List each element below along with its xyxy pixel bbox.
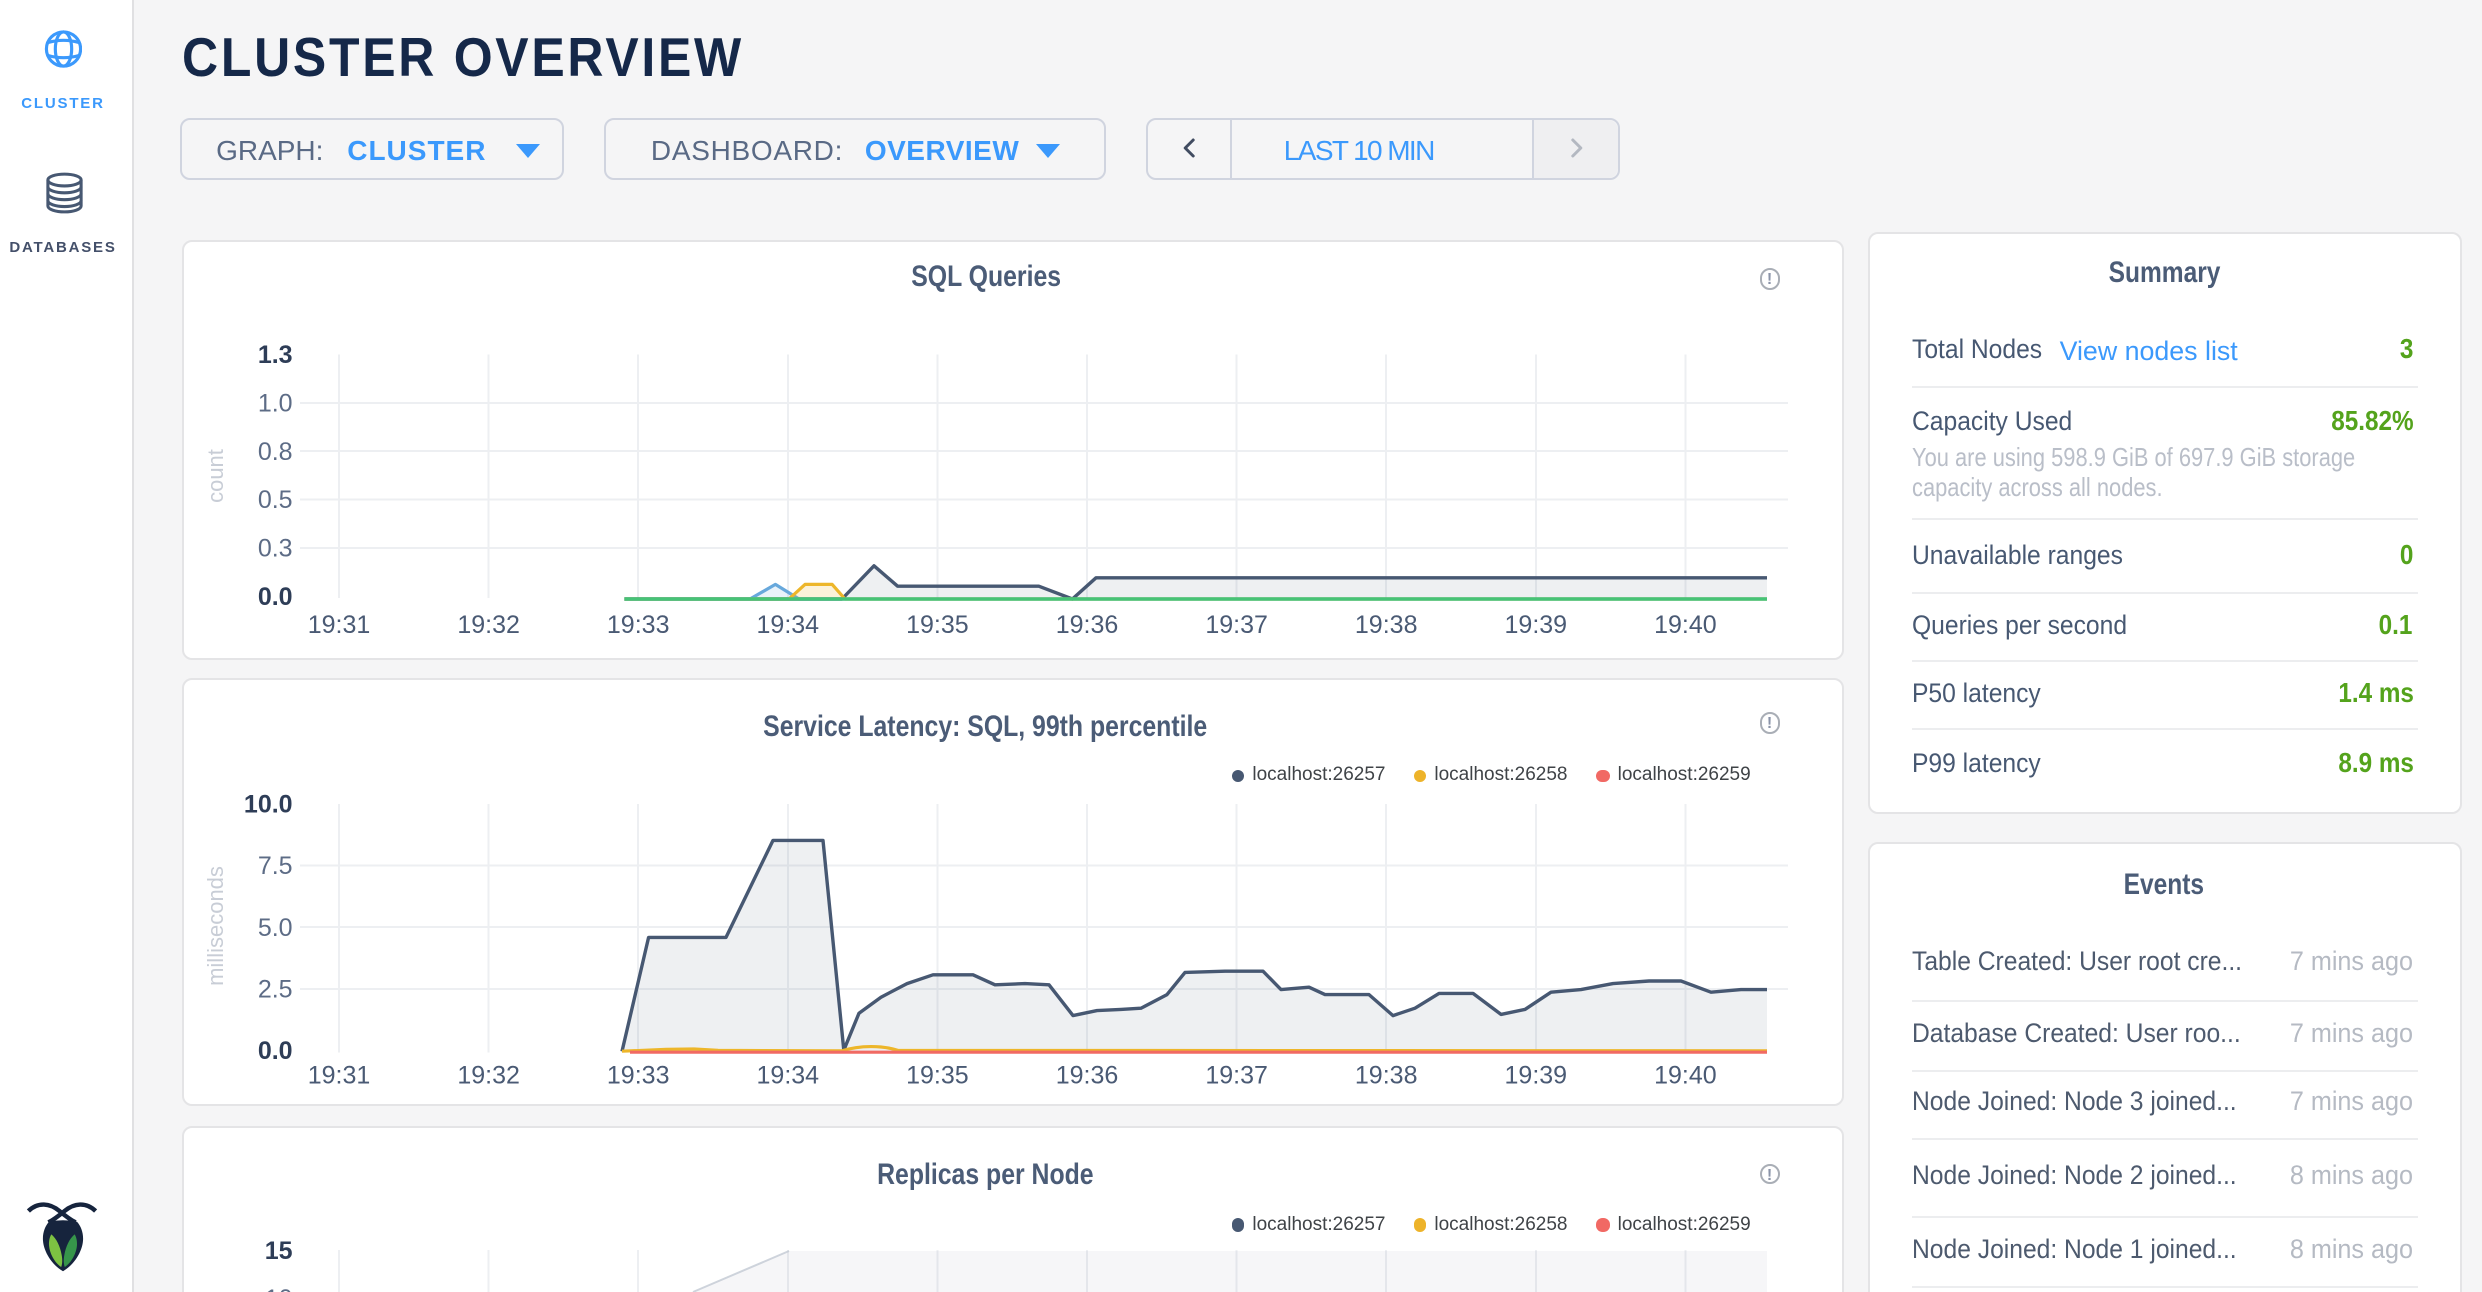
- svg-text:19:39: 19:39: [1504, 610, 1567, 638]
- svg-text:19:36: 19:36: [1055, 1061, 1118, 1089]
- svg-text:19:34: 19:34: [756, 610, 819, 638]
- svg-text:milliseconds: milliseconds: [202, 865, 227, 985]
- svg-text:19:33: 19:33: [606, 1061, 669, 1089]
- svg-text:1.0: 1.0: [257, 388, 292, 416]
- svg-text:19:38: 19:38: [1354, 1061, 1417, 1089]
- svg-text:0.0: 0.0: [257, 582, 292, 610]
- svg-text:7.5: 7.5: [257, 851, 292, 879]
- svg-text:19:40: 19:40: [1653, 1061, 1716, 1089]
- svg-text:19:34: 19:34: [756, 1061, 819, 1089]
- svg-text:19:35: 19:35: [905, 610, 968, 638]
- svg-text:0.5: 0.5: [257, 485, 292, 513]
- svg-text:1.3: 1.3: [257, 340, 292, 368]
- svg-text:19:33: 19:33: [606, 610, 669, 638]
- svg-text:count: count: [202, 448, 227, 502]
- svg-text:19:37: 19:37: [1204, 610, 1267, 638]
- svg-text:0.8: 0.8: [257, 437, 292, 465]
- svg-text:0.0: 0.0: [257, 1036, 292, 1064]
- svg-text:10: 10: [264, 1285, 292, 1292]
- svg-text:19:31: 19:31: [307, 1061, 370, 1089]
- svg-text:19:40: 19:40: [1653, 610, 1716, 638]
- svg-text:19:35: 19:35: [905, 1061, 968, 1089]
- svg-text:19:38: 19:38: [1354, 610, 1417, 638]
- svg-text:19:31: 19:31: [307, 610, 370, 638]
- svg-text:19:37: 19:37: [1204, 1061, 1267, 1089]
- svg-text:10.0: 10.0: [243, 789, 292, 817]
- svg-text:0.3: 0.3: [257, 533, 292, 561]
- svg-text:19:39: 19:39: [1504, 1061, 1567, 1089]
- svg-text:19:36: 19:36: [1055, 610, 1118, 638]
- svg-text:2.5: 2.5: [257, 975, 292, 1003]
- svg-text:15: 15: [264, 1237, 292, 1265]
- svg-text:19:32: 19:32: [456, 1061, 519, 1089]
- svg-text:19:32: 19:32: [456, 610, 519, 638]
- svg-text:5.0: 5.0: [257, 913, 292, 941]
